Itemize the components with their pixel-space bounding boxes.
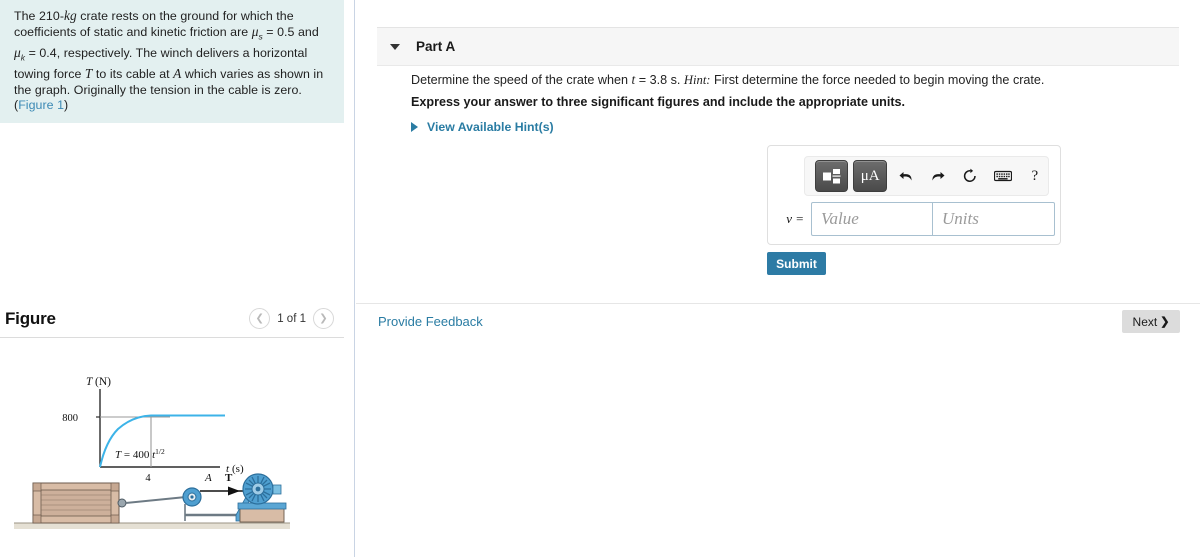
svg-text:(s): (s) — [232, 463, 244, 475]
figure-svg: T (N) 800 4 t (s) T = 400 t1/2 A T — [14, 376, 290, 529]
math-template-icon[interactable] — [815, 160, 849, 192]
tension-time-graph: T (N) 800 4 t (s) T = 400 t1/2 — [62, 376, 244, 484]
micro-angstrom-text: μA — [860, 167, 880, 184]
left-panel: The 210-kg crate rests on the ground for… — [0, 0, 355, 557]
answer-instructions: Express your answer to three significant… — [411, 95, 906, 109]
problem-text-part-3: = 0.5 and — [262, 25, 319, 40]
caret-down-icon[interactable] — [390, 43, 400, 50]
figure-navigation: ❮ 1 of 1 ❯ — [249, 308, 334, 329]
redo-arrow-icon[interactable] — [925, 161, 951, 191]
answer-input-row: v = — [778, 202, 1055, 236]
page-root: The 210-kg crate rests on the ground for… — [0, 0, 1200, 557]
crate-winch-diagram: A T — [14, 472, 290, 529]
undo-glyph — [899, 171, 912, 180]
svg-text:4: 4 — [145, 473, 151, 484]
figure-artwork: T (N) 800 4 t (s) T = 400 t1/2 A T — [0, 345, 344, 557]
main-content: Part A Determine the speed of the crate … — [356, 0, 1200, 557]
next-button[interactable]: Next ❯ — [1122, 310, 1180, 333]
submit-button[interactable]: Submit — [767, 252, 826, 275]
hint-label: Hint: — [683, 73, 711, 87]
figure-header: Figure ❮ 1 of 1 ❯ — [0, 300, 344, 338]
svg-text:(N): (N) — [95, 376, 111, 388]
problem-text-part-7: ) — [64, 97, 69, 112]
chevron-left-icon[interactable]: ❮ — [249, 308, 271, 329]
label-A-text: A — [204, 472, 212, 484]
math-template-glyph — [823, 168, 841, 183]
answer-variable-label: v = — [786, 211, 804, 226]
question-text-eq: = 3.8 s. — [635, 73, 684, 87]
label-T-text: T — [225, 472, 233, 484]
problem-statement-box: The 210-kg crate rests on the ground for… — [0, 0, 344, 124]
figure-1-link[interactable]: Figure 1 — [18, 98, 64, 112]
view-hints-label: View Available Hint(s) — [427, 120, 554, 134]
part-a-title: Part A — [416, 39, 456, 54]
reset-glyph — [964, 168, 977, 182]
winch-graphic — [242, 473, 282, 505]
svg-text:800: 800 — [62, 413, 78, 424]
crate-graphic — [32, 482, 127, 524]
provide-feedback-link[interactable]: Provide Feedback — [378, 314, 483, 329]
svg-text:T = 400 t1/2: T = 400 t1/2 — [115, 447, 165, 461]
figure-counter: 1 of 1 — [277, 312, 306, 325]
micro-angstrom-icon[interactable]: μA — [853, 160, 887, 192]
view-hints-link[interactable]: View Available Hint(s) — [411, 120, 554, 134]
units-input[interactable] — [933, 202, 1055, 236]
answer-toolbar: μA ? — [804, 156, 1049, 196]
figure-panel-title: Figure — [5, 308, 56, 328]
chevron-right-icon: ❯ — [1160, 316, 1170, 328]
redo-glyph — [932, 171, 945, 180]
reset-circular-arrow-icon[interactable] — [957, 161, 983, 191]
chevron-right-icon[interactable]: ❯ — [313, 308, 334, 329]
problem-text-part-5: to its cable at — [92, 67, 174, 82]
symbol-mu-s: μ — [251, 24, 259, 40]
symbol-mu-k: μ — [14, 45, 21, 61]
question-text-pre: Determine the speed of the crate when — [411, 73, 632, 87]
triangle-right-icon — [411, 122, 418, 132]
footer-divider — [356, 303, 1200, 304]
help-text: ? — [1031, 167, 1039, 184]
svg-text:T: T — [86, 376, 94, 388]
keyboard-icon[interactable] — [990, 161, 1016, 191]
question-mark-icon[interactable]: ? — [1022, 161, 1048, 191]
problem-unit-kg: kg — [64, 8, 77, 23]
next-button-label: Next — [1132, 314, 1158, 329]
problem-text-part-1: The 210- — [14, 9, 64, 23]
question-text: Determine the speed of the crate when t … — [411, 72, 1151, 88]
problem-statement-text: The 210-kg crate rests on the ground for… — [14, 8, 332, 113]
answer-widget: μA ? v = Value Units — [767, 145, 1061, 245]
part-a-header[interactable]: Part A — [377, 27, 1179, 66]
keyboard-glyph — [993, 170, 1012, 182]
undo-arrow-icon[interactable] — [893, 161, 919, 191]
question-text-post: First determine the force needed to begi… — [710, 73, 1045, 87]
value-input[interactable] — [811, 202, 933, 236]
